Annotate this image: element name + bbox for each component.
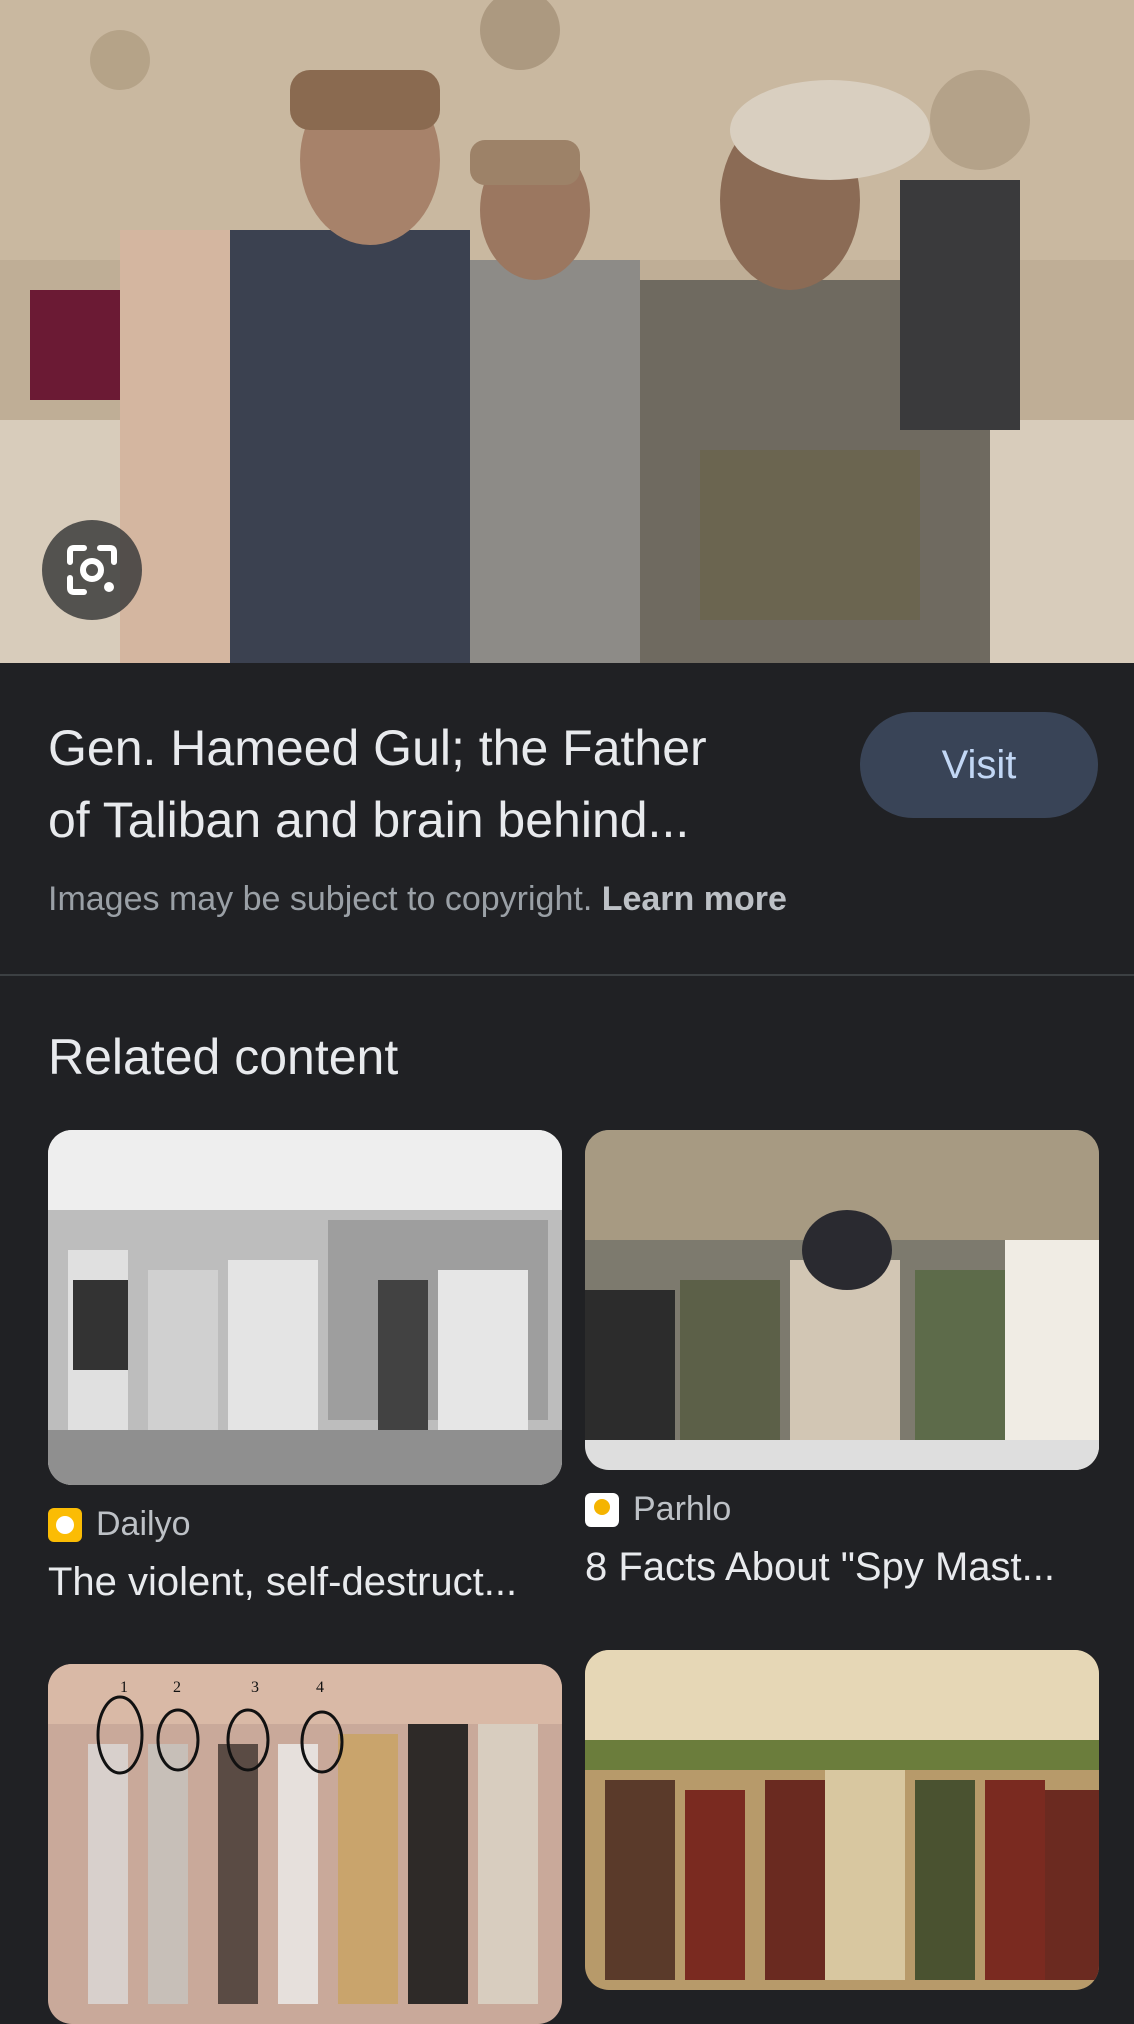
related-card-1[interactable]: Dailyo The violent, self-destruct... — [48, 1130, 562, 1610]
copyright-text: Images may be subject to copyright. — [48, 880, 593, 918]
related-card-2-source: Parhlo — [585, 1490, 731, 1529]
parhlo-favicon-icon — [585, 1492, 619, 1527]
result-title[interactable]: Gen. Hameed Gul; the Father of Taliban a… — [48, 712, 828, 856]
divider — [0, 974, 1134, 976]
result-title-line1: Gen. Hameed Gul; the Father — [48, 720, 707, 776]
related-card-1-title: The violent, self-destruct... — [48, 1560, 518, 1604]
related-card-4[interactable] — [585, 1650, 1099, 2000]
photo-number-4: 4 — [316, 1679, 324, 1696]
related-card-3[interactable]: 1 2 3 4 — [48, 1664, 562, 2024]
copyright-notice: Images may be subject to copyright. Lear… — [48, 880, 787, 919]
lens-icon — [67, 545, 117, 595]
related-card-4-image — [585, 1650, 1099, 1990]
dailyo-favicon-icon — [48, 1507, 82, 1542]
result-title-line2: of Taliban and brain behind... — [48, 792, 690, 848]
photo-number-3: 3 — [251, 1679, 259, 1696]
photo-number-1: 1 — [120, 1679, 128, 1696]
related-card-2-source-name: Parhlo — [633, 1490, 732, 1528]
related-card-1-source: Dailyo — [48, 1505, 190, 1544]
related-card-1-source-name: Dailyo — [96, 1505, 191, 1543]
learn-more-link[interactable]: Learn more — [602, 880, 787, 918]
related-card-1-image — [48, 1130, 562, 1485]
related-card-2-image — [585, 1130, 1099, 1470]
related-content-heading: Related content — [48, 1029, 399, 1085]
google-lens-button[interactable] — [42, 520, 142, 620]
main-image-photo — [0, 0, 1134, 663]
visit-button[interactable]: Visit — [860, 712, 1098, 818]
related-card-2-title: 8 Facts About "Spy Mast... — [585, 1545, 1055, 1589]
photo-number-2: 2 — [173, 1679, 181, 1696]
main-image[interactable] — [0, 0, 1134, 663]
related-card-3-image: 1 2 3 4 — [48, 1664, 562, 2024]
related-card-2[interactable]: Parhlo 8 Facts About "Spy Mast... — [585, 1130, 1099, 1600]
